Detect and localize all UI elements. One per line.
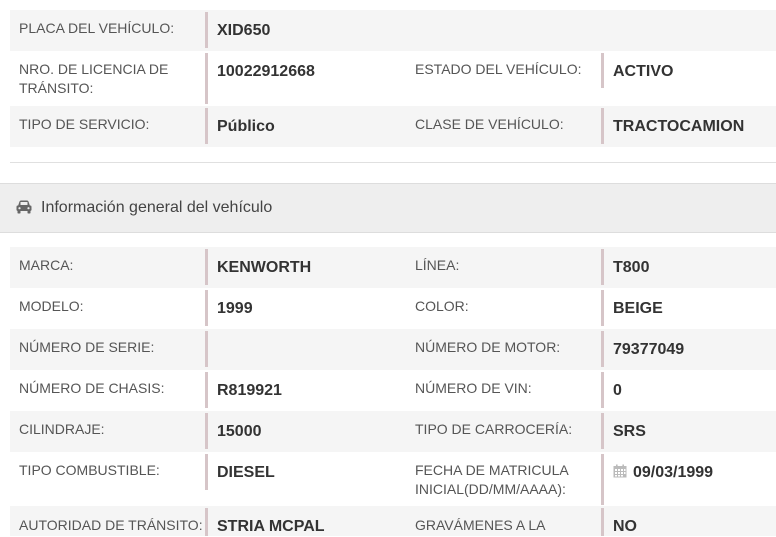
field-label-gravamenes: GRAVÁMENES A LA — [415, 517, 546, 533]
field-label-clase: CLASE DE VEHÍCULO: — [415, 116, 564, 132]
value-divider — [205, 53, 208, 104]
field-label-motor: NÚMERO DE MOTOR: — [415, 339, 561, 355]
table-row: AUTORIDAD DE TRÁNSITO: STRIA MCPAL GRAVÁ… — [10, 506, 776, 536]
value-divider — [601, 249, 604, 285]
value-divider — [205, 12, 208, 48]
section-title: Información general del vehículo — [41, 199, 273, 216]
field-label-licencia: NRO. DE LICENCIA DE TRÁNSITO: — [19, 61, 169, 96]
field-label-serie: NÚMERO DE SERIE: — [19, 339, 155, 355]
value-divider — [601, 290, 604, 326]
table-row: CILINDRAJE: 15000 TIPO DE CARROCERÍA: SR… — [10, 411, 776, 452]
value-divider — [601, 108, 604, 144]
field-value-motor: 79377049 — [613, 341, 685, 358]
field-label-chasis: NÚMERO DE CHASIS: — [19, 380, 165, 396]
table-row: NÚMERO DE SERIE: NÚMERO DE MOTOR: 793770… — [10, 329, 776, 370]
value-divider — [601, 331, 604, 367]
value-divider — [205, 108, 208, 144]
field-label-carroceria: TIPO DE CARROCERÍA: — [415, 421, 573, 437]
table-row: MARCA: KENWORTH LÍNEA: T800 — [10, 247, 776, 288]
value-divider — [601, 508, 604, 536]
value-divider — [205, 413, 208, 449]
field-value-servicio: Público — [217, 118, 275, 135]
table-row: NÚMERO DE CHASIS: R819921 NÚMERO DE VIN:… — [10, 370, 776, 411]
field-value-linea: T800 — [613, 259, 650, 276]
field-value-modelo: 1999 — [217, 300, 253, 317]
calendar-icon — [613, 464, 627, 478]
field-label-fecha-matricula: FECHA DE MATRICULA INICIAL(DD/MM/AAAA): — [415, 462, 568, 497]
value-divider — [601, 372, 604, 408]
field-label-servicio: TIPO DE SERVICIO: — [19, 116, 150, 132]
field-value-placa: XID650 — [217, 22, 271, 39]
field-value-fecha-matricula: 09/03/1999 — [633, 464, 714, 481]
field-value-carroceria: SRS — [613, 423, 646, 440]
field-label-marca: MARCA: — [19, 257, 74, 273]
value-divider — [601, 53, 604, 88]
value-divider — [205, 290, 208, 326]
value-divider — [205, 331, 208, 367]
field-label-color: COLOR: — [415, 298, 469, 314]
field-label-combustible: TIPO COMBUSTIBLE: — [19, 462, 160, 478]
field-value-color: BEIGE — [613, 300, 663, 317]
field-value-gravamenes: NO — [613, 518, 637, 535]
table-row: TIPO DE SERVICIO: Público CLASE DE VEHÍC… — [10, 106, 776, 147]
field-value-estado: ACTIVO — [613, 63, 674, 80]
field-value-autoridad: STRIA MCPAL — [217, 518, 325, 535]
section-header[interactable]: Información general del vehículo — [0, 183, 776, 233]
field-value-marca: KENWORTH — [217, 259, 312, 276]
table-row: TIPO COMBUSTIBLE: DIESEL FECHA DE MATRIC… — [10, 452, 776, 506]
field-label-linea: LÍNEA: — [415, 257, 460, 273]
value-divider — [601, 454, 604, 505]
value-divider — [205, 508, 208, 536]
field-value-cilindraje: 15000 — [217, 423, 262, 440]
field-label-placa: PLACA DEL VEHÍCULO: — [19, 20, 175, 36]
field-value-chasis: R819921 — [217, 382, 282, 399]
field-label-estado: ESTADO DEL VEHÍCULO: — [415, 61, 582, 77]
value-divider — [205, 249, 208, 285]
car-icon — [16, 200, 32, 214]
field-value-clase: TRACTOCAMION — [613, 118, 745, 135]
table-row: PLACA DEL VEHÍCULO: XID650 — [10, 10, 776, 51]
field-label-modelo: MODELO: — [19, 298, 84, 314]
value-divider — [205, 372, 208, 408]
table-row: MODELO: 1999 COLOR: BEIGE — [10, 288, 776, 329]
section-divider — [10, 162, 776, 163]
field-label-vin: NÚMERO DE VIN: — [415, 380, 532, 396]
field-label-autoridad: AUTORIDAD DE TRÁNSITO: — [19, 517, 203, 533]
field-value-vin: 0 — [613, 382, 622, 399]
field-value-combustible: DIESEL — [217, 464, 275, 481]
field-label-cilindraje: CILINDRAJE: — [19, 421, 105, 437]
value-divider — [601, 413, 604, 449]
field-value-licencia: 10022912668 — [217, 63, 315, 80]
table-row: NRO. DE LICENCIA DE TRÁNSITO: 1002291266… — [10, 51, 776, 106]
value-divider — [205, 454, 208, 490]
